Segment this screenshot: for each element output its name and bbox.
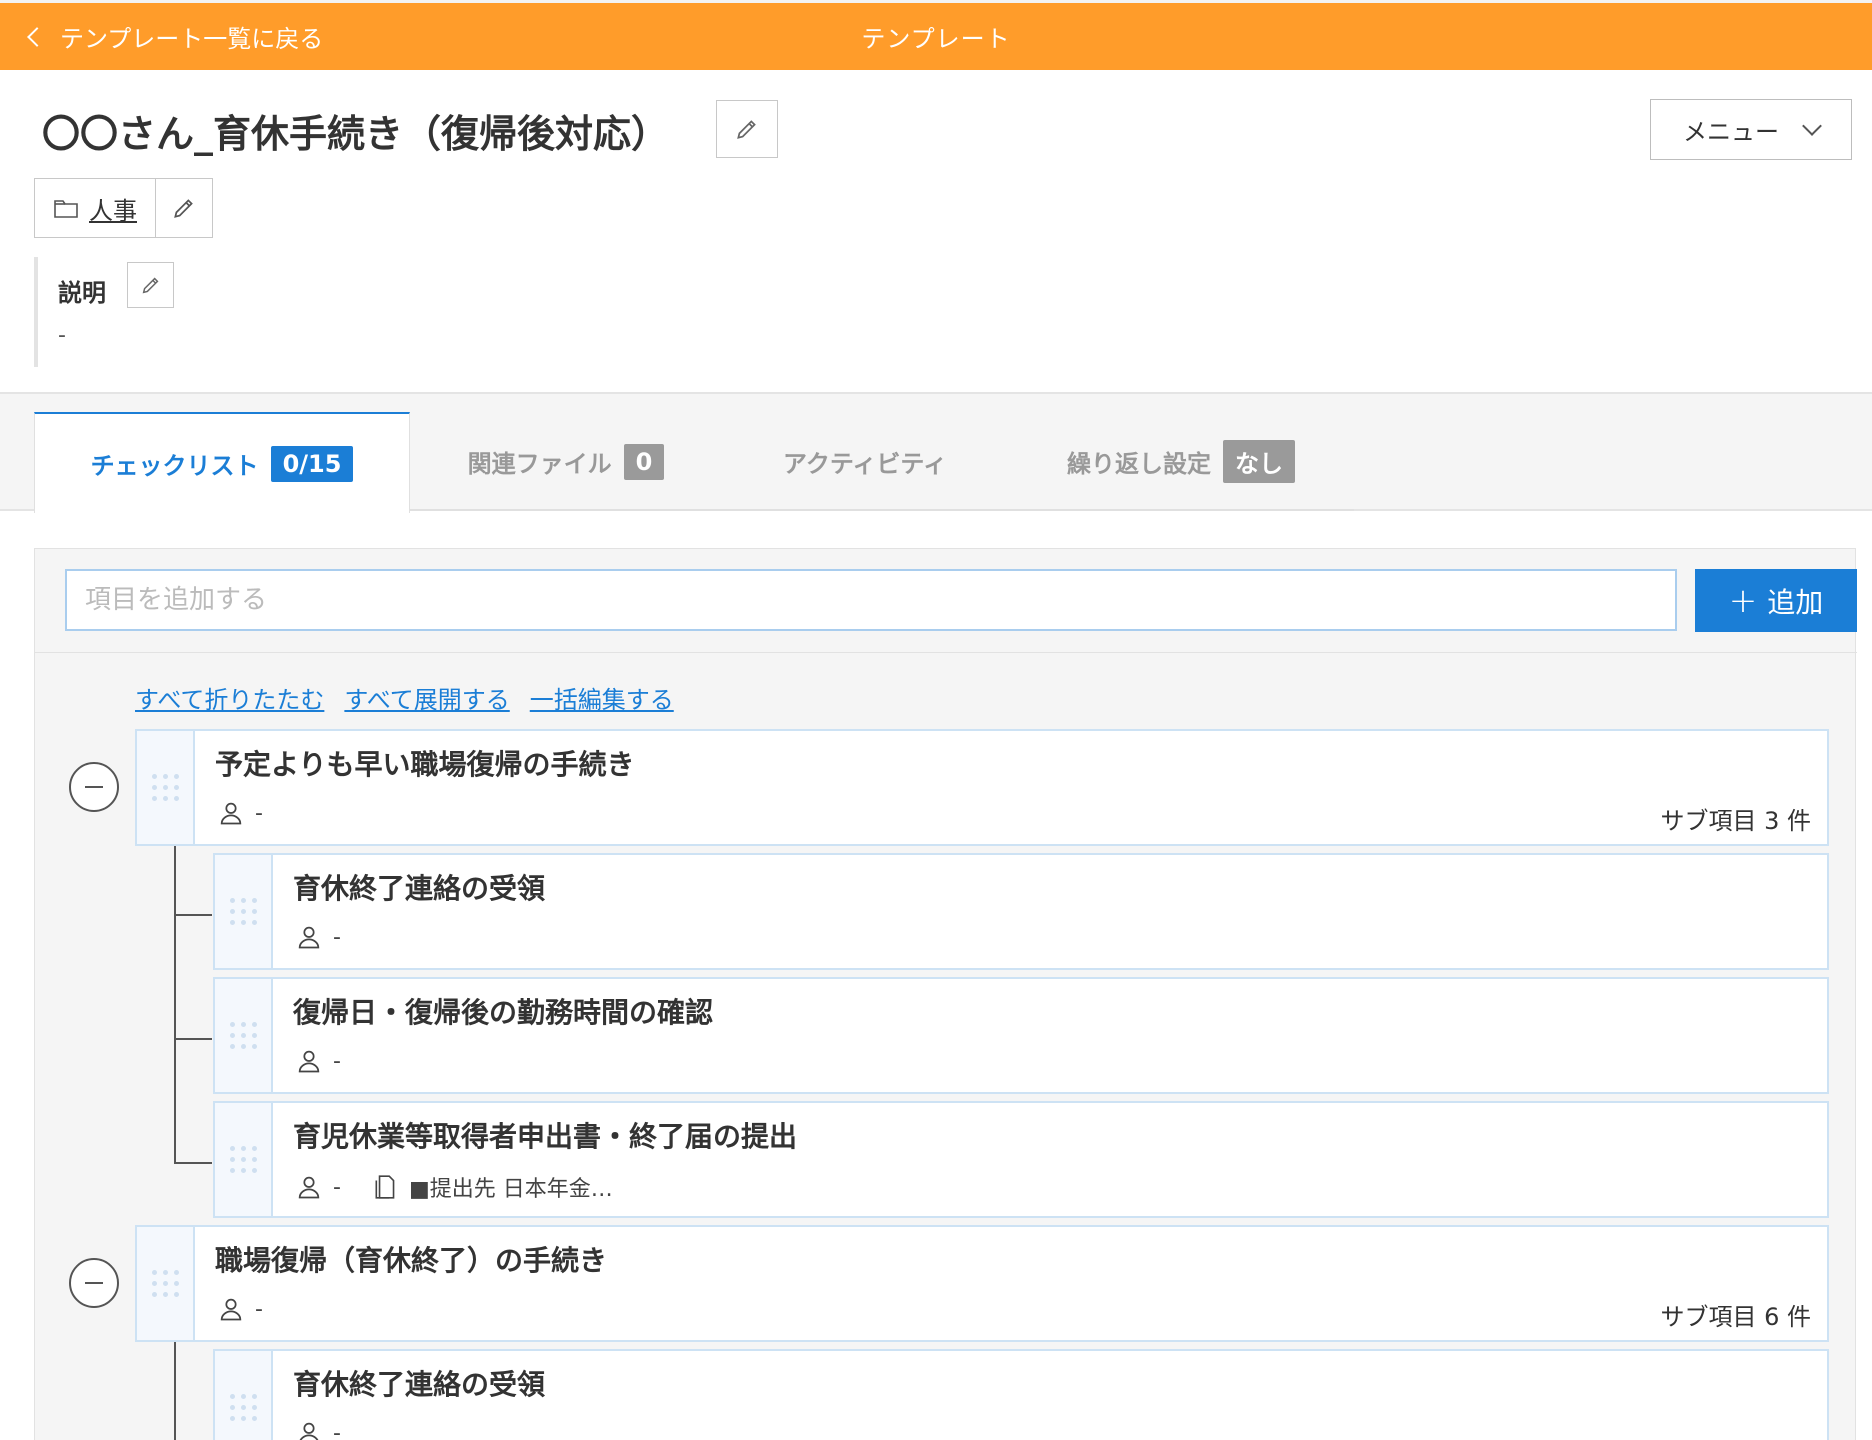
topbar-title: テンプレート: [861, 25, 1011, 53]
drag-handle[interactable]: [215, 855, 273, 968]
assignee-value: -: [333, 1048, 341, 1074]
add-item-button[interactable]: + 追加: [1695, 569, 1857, 632]
tree-line: [174, 914, 212, 916]
tab-related-files[interactable]: 関連ファイル 0: [410, 412, 722, 511]
category-link[interactable]: 人事: [35, 179, 156, 237]
tree-line: [174, 1342, 176, 1440]
assignee-value: -: [333, 924, 341, 950]
add-item-row: + 追加: [35, 549, 1857, 653]
checklist-item[interactable]: 育休終了連絡の受領 -: [213, 853, 1829, 970]
checklist-panel: + 追加 すべて折りたたむ すべて展開する 一括編集する 予定よりも早い職場復帰…: [34, 548, 1857, 1440]
drag-handle[interactable]: [215, 979, 273, 1092]
description-label: 説明: [58, 279, 106, 307]
top-bar: テンプレート一覧に戻る テンプレート: [0, 0, 1872, 70]
tab-divider: [410, 509, 1354, 511]
assignee-value: -: [333, 1174, 341, 1200]
item-title: 育児休業等取得者申出書・終了届の提出: [293, 1120, 798, 1153]
checklist-item[interactable]: 育児休業等取得者申出書・終了届の提出 - ■提出先 日本年金…: [213, 1101, 1829, 1218]
checklist-progress-badge: 0/15: [270, 445, 354, 482]
edit-title-button[interactable]: [716, 100, 778, 158]
repeat-status-badge: なし: [1223, 440, 1295, 483]
tab-repeat-settings[interactable]: 繰り返し設定 なし: [1008, 412, 1354, 511]
tab-activity[interactable]: アクティビティ: [722, 412, 1008, 511]
minus-icon: [85, 786, 103, 788]
subitem-count: サブ項目 3 件: [1660, 807, 1811, 835]
checklist-item[interactable]: 復帰日・復帰後の勤務時間の確認 -: [213, 977, 1829, 1094]
add-item-input[interactable]: [65, 569, 1677, 631]
collapse-group-button[interactable]: [69, 1258, 119, 1308]
item-title: 育休終了連絡の受領: [293, 872, 546, 905]
assignee: -: [295, 1419, 341, 1440]
pencil-icon: [142, 277, 158, 294]
description-value: -: [58, 323, 66, 348]
item-note: ■提出先 日本年金…: [408, 1177, 613, 1202]
tree-line: [174, 1162, 212, 1164]
tab-label: アクティビティ: [783, 450, 947, 478]
collapse-group-button[interactable]: [69, 762, 119, 812]
assignee-value: -: [333, 1420, 341, 1440]
subitem-count: サブ項目 6 件: [1660, 1303, 1811, 1331]
menu-dropdown-button[interactable]: メニュー: [1650, 99, 1852, 160]
edit-description-button[interactable]: [127, 262, 174, 308]
pencil-icon: [174, 199, 193, 218]
plus-icon: +: [1728, 580, 1758, 621]
document-icon: [375, 1175, 395, 1199]
tab-label: チェックリスト: [90, 452, 259, 480]
menu-label: メニュー: [1683, 118, 1779, 146]
assignee: -: [295, 923, 341, 951]
assignee: - ■提出先 日本年金…: [295, 1171, 613, 1203]
drag-dots-icon: [151, 1270, 179, 1297]
checklist-item[interactable]: 育休終了連絡の受領 -: [213, 1349, 1829, 1440]
assignee-value: -: [255, 800, 263, 826]
drag-handle[interactable]: [215, 1351, 273, 1440]
person-icon: [299, 1422, 319, 1440]
page-title: 〇〇さん_育休手続き（復帰後対応）: [42, 112, 670, 156]
expand-all-link[interactable]: すべて展開する: [344, 680, 509, 715]
drag-dots-icon: [229, 1394, 257, 1421]
assignee-value: -: [255, 1296, 263, 1322]
collapse-all-link[interactable]: すべて折りたたむ: [135, 680, 324, 715]
tab-label: 関連ファイル: [467, 450, 612, 478]
minus-icon: [85, 1282, 103, 1284]
bulk-edit-link[interactable]: 一括編集する: [530, 680, 674, 715]
person-icon: [298, 1176, 320, 1199]
folder-icon: [54, 200, 78, 218]
person-icon: [220, 1298, 242, 1321]
drag-handle[interactable]: [137, 731, 195, 844]
drag-dots-icon: [151, 774, 179, 801]
drag-handle[interactable]: [215, 1103, 273, 1216]
tab-bar: チェックリスト 0/15 関連ファイル 0 アクティビティ 繰り返し設定 なし: [0, 392, 1872, 513]
file-count-badge: 0: [623, 443, 665, 480]
checklist-group[interactable]: 職場復帰（育休終了）の手続き - サブ項目 6 件: [135, 1225, 1829, 1342]
person-icon: [298, 1050, 320, 1073]
tab-label: 繰り返し設定: [1067, 450, 1211, 478]
tree-line: [174, 1038, 212, 1040]
checklist-group[interactable]: 予定よりも早い職場復帰の手続き - サブ項目 3 件: [135, 729, 1829, 846]
tab-checklist[interactable]: チェックリスト 0/15: [34, 412, 410, 513]
chevron-down-icon: [1802, 115, 1822, 136]
person-icon: [220, 802, 242, 825]
drag-handle[interactable]: [137, 1227, 195, 1340]
drag-dots-icon: [229, 898, 257, 925]
item-title: 復帰日・復帰後の勤務時間の確認: [293, 996, 714, 1029]
drag-dots-icon: [229, 1146, 257, 1173]
group-title: 予定よりも早い職場復帰の手続き: [215, 748, 635, 781]
pencil-icon: [737, 120, 756, 139]
assignee: -: [295, 1047, 341, 1075]
group-title: 職場復帰（育休終了）の手続き: [215, 1244, 608, 1277]
category-name: 人事: [89, 196, 137, 225]
drag-dots-icon: [229, 1022, 257, 1049]
assignee: -: [217, 1295, 263, 1323]
description-section: 説明: [34, 257, 106, 367]
add-button-label: 追加: [1767, 585, 1824, 619]
bulk-actions: すべて折りたたむ すべて展開する 一括編集する: [135, 680, 674, 715]
person-icon: [298, 926, 320, 949]
category-tag: 人事: [34, 178, 213, 238]
item-title: 育休終了連絡の受領: [293, 1368, 546, 1401]
tree-line: [174, 846, 176, 1162]
assignee: -: [217, 799, 263, 827]
edit-category-button[interactable]: [156, 179, 212, 237]
